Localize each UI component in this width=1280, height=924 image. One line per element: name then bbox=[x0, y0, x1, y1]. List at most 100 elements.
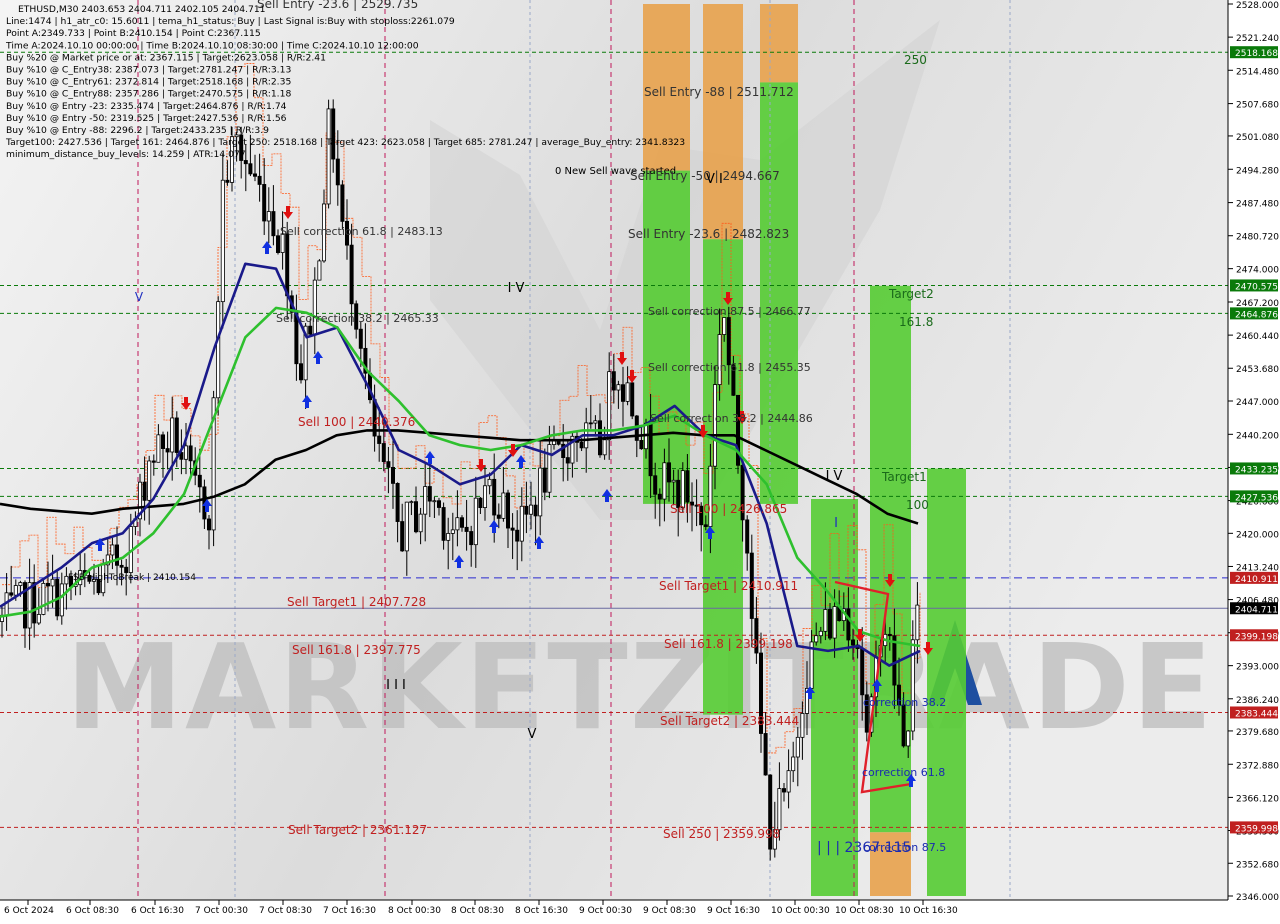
candle-body bbox=[248, 163, 253, 175]
candle-body bbox=[524, 505, 529, 515]
price-label: 2518.168 bbox=[1235, 49, 1278, 59]
chart-annotation: Sell correction 61.8 | 2483.13 bbox=[280, 225, 443, 238]
x-tick-label: 7 Oct 00:30 bbox=[195, 906, 248, 916]
chart-annotation: 250 bbox=[904, 53, 927, 67]
candle-body bbox=[36, 614, 41, 624]
candle-body bbox=[266, 211, 271, 222]
candle-body bbox=[717, 334, 722, 386]
chart-annotation: Sell correction 61.8 | 2455.35 bbox=[648, 361, 811, 374]
x-tick-label: 10 Oct 08:30 bbox=[835, 906, 894, 916]
info-line: Line:1474 | h1_atr_c0: 15.6011 | tema_h1… bbox=[6, 16, 455, 27]
candle-body bbox=[657, 493, 662, 500]
candle-body bbox=[450, 529, 455, 534]
candle-body bbox=[441, 507, 446, 541]
chart-annotation: I V bbox=[826, 469, 843, 484]
candle-body bbox=[915, 604, 920, 641]
candle-body bbox=[469, 531, 474, 546]
info-line: Buy %10 @ C_Entry88: 2357.286 | Target:2… bbox=[6, 89, 291, 100]
candle-body bbox=[271, 211, 276, 237]
candle-body bbox=[427, 486, 432, 502]
x-tick-label: 10 Oct 16:30 bbox=[899, 906, 958, 916]
chart-annotation: I V bbox=[508, 281, 525, 296]
candle-body bbox=[170, 417, 175, 453]
info-line: ETHUSD,M30 2403.653 2404.711 2402.105 24… bbox=[18, 4, 266, 15]
signal-zone bbox=[811, 499, 858, 896]
candle-body bbox=[593, 420, 598, 424]
candle-body bbox=[335, 158, 340, 186]
info-line: Buy %10 @ Entry -50: 2319.525 | Target:2… bbox=[6, 113, 287, 124]
price-chart-svg: MARKETZITRADE Sell Entry -23.6 | 2529.73… bbox=[0, 0, 1279, 916]
candle-body bbox=[791, 756, 796, 772]
candle-body bbox=[252, 173, 257, 177]
candle-body bbox=[358, 328, 363, 349]
y-tick-label: 2480.720 bbox=[1236, 233, 1279, 243]
candle-body bbox=[708, 465, 713, 527]
chart-annotation: Sell Target2 | 2361.127 bbox=[288, 823, 427, 837]
candle-body bbox=[423, 486, 428, 515]
price-label: 2404.711 bbox=[1235, 605, 1278, 615]
chart-annotation: 100 bbox=[906, 498, 929, 512]
candle-body bbox=[156, 434, 161, 463]
candle-body bbox=[814, 635, 819, 643]
candle-body bbox=[648, 422, 653, 477]
candle-body bbox=[225, 179, 230, 183]
candle-body bbox=[473, 497, 478, 546]
candle-body bbox=[851, 639, 856, 646]
candle-body bbox=[496, 514, 501, 519]
candle-body bbox=[501, 492, 506, 519]
candle-body bbox=[625, 382, 630, 402]
candle-body bbox=[404, 501, 409, 552]
y-tick-label: 2474.000 bbox=[1236, 266, 1279, 276]
candle-body bbox=[611, 371, 616, 391]
chart-annotation: Sell Target1 | 2407.728 bbox=[287, 595, 426, 609]
candle-body bbox=[832, 606, 837, 639]
y-tick-label: 2528.000 bbox=[1236, 1, 1279, 11]
candle-body bbox=[800, 713, 805, 738]
chart-annotation: Sell correction 38.2 | 2444.86 bbox=[650, 412, 813, 425]
y-tick-label: 2440.200 bbox=[1236, 431, 1279, 441]
chart: MARKETZITRADE Sell Entry -23.6 | 2529.73… bbox=[0, 0, 1280, 920]
candle-body bbox=[409, 501, 414, 504]
candle-body bbox=[413, 501, 418, 533]
chart-annotation: V I bbox=[706, 172, 723, 187]
candle-body bbox=[519, 505, 524, 542]
y-tick-label: 2514.480 bbox=[1236, 67, 1279, 77]
chart-annotation: correction 61.8 bbox=[862, 766, 945, 779]
info-line: Buy %10 @ C_Entry61: 2372.814 | Target:2… bbox=[6, 77, 291, 88]
candle-body bbox=[602, 439, 607, 456]
price-label: 2427.536 bbox=[1235, 493, 1278, 503]
price-label: 2359.998 bbox=[1235, 824, 1278, 834]
y-tick-label: 2420.000 bbox=[1236, 530, 1279, 540]
chart-annotation: Target2 bbox=[888, 287, 934, 301]
y-tick-label: 2460.440 bbox=[1236, 332, 1279, 342]
candle-body bbox=[901, 704, 906, 747]
chart-annotation: FSB-HighToBreak | 2410.154 bbox=[68, 573, 196, 583]
candle-body bbox=[538, 467, 543, 517]
candle-body bbox=[197, 474, 202, 488]
candle-body bbox=[464, 526, 469, 532]
candle-body bbox=[579, 441, 584, 449]
info-line: Buy %10 @ C_Entry38: 2387.073 | Target:2… bbox=[6, 65, 291, 76]
chart-annotation: Sell Entry -88 | 2511.712 bbox=[644, 85, 794, 99]
candle-body bbox=[381, 443, 386, 463]
y-tick-label: 2386.240 bbox=[1236, 696, 1279, 706]
candle-body bbox=[216, 301, 221, 399]
price-label: 2410.911 bbox=[1235, 575, 1278, 585]
candle-body bbox=[46, 582, 51, 587]
chart-annotation: Sell Entry -23.6 | 2482.823 bbox=[628, 227, 789, 241]
signal-zone bbox=[927, 468, 966, 896]
candle-body bbox=[726, 317, 731, 366]
candle-body bbox=[846, 608, 851, 641]
candle-body bbox=[487, 478, 492, 487]
chart-annotation: Sell Target1 | 2410.911 bbox=[659, 579, 798, 593]
x-tick-label: 7 Oct 08:30 bbox=[259, 906, 312, 916]
chart-annotation: Sell 100 | 2440.376 bbox=[298, 415, 415, 429]
chart-annotation: V bbox=[135, 290, 144, 304]
candle-body bbox=[220, 179, 225, 303]
candle-body bbox=[349, 244, 354, 305]
candle-body bbox=[275, 235, 280, 253]
y-tick-label: 2346.000 bbox=[1236, 893, 1279, 903]
y-tick-label: 2494.280 bbox=[1236, 166, 1279, 176]
candle-body bbox=[533, 504, 538, 517]
chart-annotation: Sell Entry -50 | 2494.667 bbox=[630, 169, 780, 183]
